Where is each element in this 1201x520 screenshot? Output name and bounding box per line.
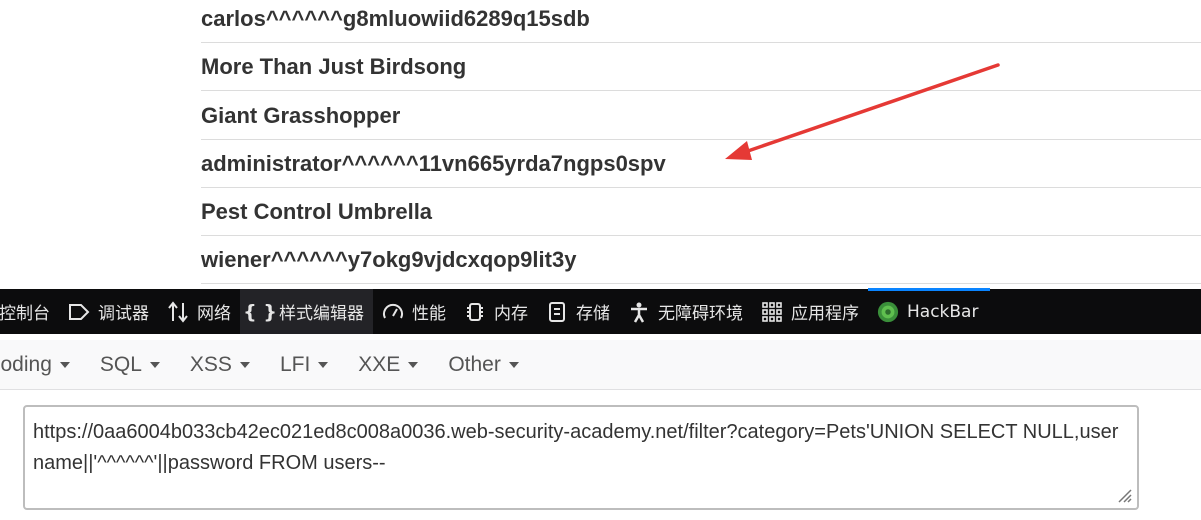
row-text: More Than Just Birdsong [201,53,467,79]
tab-hackbar[interactable]: HackBar [868,288,991,334]
tab-application[interactable]: 应用程序 [752,289,868,334]
caret-down-icon [239,361,250,368]
tab-accessibility[interactable]: 无障碍环境 [619,289,752,334]
tab-label: 样式编辑器 [279,304,364,324]
caret-down-icon [318,361,329,368]
devtools-tabbar: 控制台 调试器 网络 { } 样式编辑器 性能 内存 存储 无障碍环境 应用程序… [0,288,1201,334]
tab-debugger[interactable]: 调试器 [59,289,158,334]
menu-other[interactable]: Other [448,353,519,377]
list-item: carlos^^^^^^g8mluowiid6289q15sdb [201,0,1201,43]
results-list: carlos^^^^^^g8mluowiid6289q15sdb More Th… [0,0,1201,285]
tab-label: 控制台 [0,304,50,324]
accessibility-icon [628,301,650,323]
menu-xss[interactable]: XSS [190,353,250,377]
row-text: administrator^^^^^^11vn665yrda7ngps0spv [201,150,666,176]
list-item: Pest Control Umbrella [201,188,1201,236]
tab-performance[interactable]: 性能 [373,289,455,334]
menu-sql[interactable]: SQL [100,353,160,377]
row-text: Pest Control Umbrella [201,198,433,224]
row-text: wiener^^^^^^y7okg9vjdcxqop9lit3y [201,246,577,272]
caret-down-icon [59,361,70,368]
menu-label: Other [448,352,501,376]
tab-network[interactable]: 网络 [158,289,240,334]
menu-encoding[interactable]: coding [0,353,70,377]
caret-down-icon [408,361,419,368]
tab-console[interactable]: 控制台 [0,289,59,334]
network-icon [167,300,189,323]
hackbar-menubar: coding SQL XSS LFI XXE Other [0,340,1201,390]
list-item: More Than Just Birdsong [201,43,1201,91]
url-text: https://0aa6004b033cb42ec021ed8c008a0036… [33,421,1119,474]
storage-icon [546,301,568,323]
style-editor-icon: { } [243,300,277,323]
caret-down-icon [149,361,160,368]
menu-lfi[interactable]: LFI [279,352,329,377]
row-text: Giant Grasshopper [201,102,401,128]
tab-style-editor[interactable]: { } 样式编辑器 [240,289,373,334]
menu-xxe[interactable]: XXE [358,352,419,377]
resize-handle-icon[interactable] [1115,486,1133,504]
tab-label: 性能 [412,304,446,324]
memory-icon [464,301,486,323]
tab-label: 内存 [494,304,528,324]
debugger-icon [68,301,90,323]
application-icon [761,301,783,323]
hackbar-body: https://0aa6004b033cb42ec021ed8c008a0036… [0,390,1201,520]
list-item: wiener^^^^^^y7okg9vjdcxqop9lit3y [201,236,1201,284]
list-item: administrator^^^^^^11vn665yrda7ngps0spv [201,140,1201,188]
tab-label: 网络 [197,304,231,324]
url-textarea[interactable]: https://0aa6004b033cb42ec021ed8c008a0036… [23,405,1139,510]
caret-down-icon [508,361,519,368]
tab-label: HackBar [907,301,979,322]
tab-label: 存储 [576,304,610,324]
performance-icon [382,301,404,323]
row-text: carlos^^^^^^g8mluowiid6289q15sdb [201,5,590,31]
tab-label: 无障碍环境 [658,304,743,324]
menu-label: coding [0,352,52,376]
menu-label: SQL [99,352,142,376]
hackbar-icon [877,301,899,323]
menu-label: XSS [189,352,232,376]
tab-storage[interactable]: 存储 [537,289,619,334]
tab-label: 应用程序 [791,304,859,324]
tab-memory[interactable]: 内存 [455,289,537,334]
menu-label: XXE [358,352,401,376]
tab-label: 调试器 [98,304,149,324]
menu-label: LFI [279,352,311,376]
list-item: Giant Grasshopper [201,92,1201,140]
